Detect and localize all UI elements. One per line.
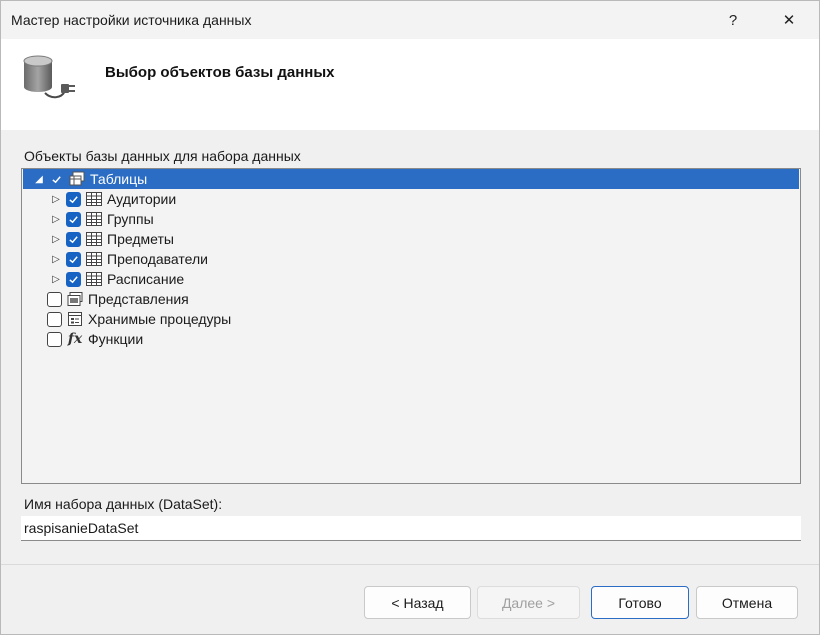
title-bar: Мастер настройки источника данных ? ✕ <box>1 1 819 39</box>
collapse-arrow-icon[interactable]: ◢ <box>32 169 46 189</box>
tree-node-label: Расписание <box>107 271 185 287</box>
close-button[interactable]: ✕ <box>761 1 817 39</box>
expand-arrow-icon[interactable]: ▷ <box>49 209 63 229</box>
table-checkbox[interactable] <box>66 251 81 267</box>
wizard-header: Выбор объектов базы данных <box>1 39 819 130</box>
tree-node-label: Предметы <box>107 231 174 247</box>
tree-node-stored-procedures[interactable]: Хранимые процедуры <box>44 309 231 329</box>
tree-node-functions[interactable]: fx Функции <box>44 329 143 349</box>
help-button[interactable]: ? <box>705 1 761 39</box>
table-icon <box>85 271 103 287</box>
table-icon <box>85 211 103 227</box>
functions-checkbox[interactable] <box>47 331 62 347</box>
tree-node-table[interactable]: ▷ Предметы <box>49 229 174 249</box>
table-icon <box>85 251 103 267</box>
tree-node-views[interactable]: Представления <box>44 289 189 309</box>
tree-node-table[interactable]: ▷ Аудитории <box>49 189 176 209</box>
cancel-button[interactable]: Отмена <box>696 586 798 619</box>
tree-node-label: Представления <box>88 291 189 307</box>
table-checkbox[interactable] <box>66 191 81 207</box>
tree-node-label: Хранимые процедуры <box>88 311 232 327</box>
views-checkbox[interactable] <box>47 291 62 307</box>
finish-button[interactable]: Готово <box>591 586 689 619</box>
expand-arrow-icon[interactable]: ▷ <box>49 189 63 209</box>
database-plug-icon <box>21 55 77 105</box>
objects-label: Объекты базы данных для набора данных <box>24 148 301 164</box>
table-checkbox[interactable] <box>66 231 81 247</box>
dataset-name-label: Имя набора данных (DataSet): <box>24 496 223 512</box>
table-checkbox[interactable] <box>66 271 81 287</box>
dataset-name-input[interactable] <box>21 516 801 541</box>
stored-procedures-icon <box>66 311 84 327</box>
tree-node-label: Преподаватели <box>107 251 208 267</box>
tree-node-table[interactable]: ▷ Преподаватели <box>49 249 208 269</box>
table-icon <box>85 231 103 247</box>
tree-node-tables[interactable]: ◢ Таблицы <box>23 169 799 189</box>
window-title: Мастер настройки источника данных <box>11 12 252 28</box>
tree-node-label: Функции <box>88 331 144 347</box>
tree-node-table[interactable]: ▷ Группы <box>49 209 154 229</box>
tables-checkbox[interactable] <box>49 172 64 187</box>
stored-procedures-checkbox[interactable] <box>47 311 62 327</box>
views-icon <box>66 291 84 307</box>
footer-divider <box>1 564 819 565</box>
expand-arrow-icon[interactable]: ▷ <box>49 269 63 289</box>
expand-arrow-icon[interactable]: ▷ <box>49 249 63 269</box>
tree-node-label: Аудитории <box>107 191 177 207</box>
next-button[interactable]: Далее > <box>477 586 580 619</box>
tables-icon <box>68 171 86 187</box>
table-checkbox[interactable] <box>66 211 81 227</box>
dialog-window: Мастер настройки источника данных ? ✕ Вы… <box>0 0 820 635</box>
expand-arrow-icon[interactable]: ▷ <box>49 229 63 249</box>
functions-icon: fx <box>67 331 83 347</box>
back-button[interactable]: < Назад <box>364 586 471 619</box>
tree-node-label: Группы <box>107 211 154 227</box>
page-heading: Выбор объектов базы данных <box>105 64 335 81</box>
table-icon <box>85 191 103 207</box>
tree-node-label: Таблицы <box>90 171 148 187</box>
wizard-content: Объекты базы данных для набора данных ◢ … <box>1 130 819 564</box>
tree-node-table[interactable]: ▷ Расписание <box>49 269 184 289</box>
database-objects-tree[interactable]: ◢ Таблицы ▷ Аудитории ▷ Группы ▷ Предмет… <box>21 168 801 484</box>
